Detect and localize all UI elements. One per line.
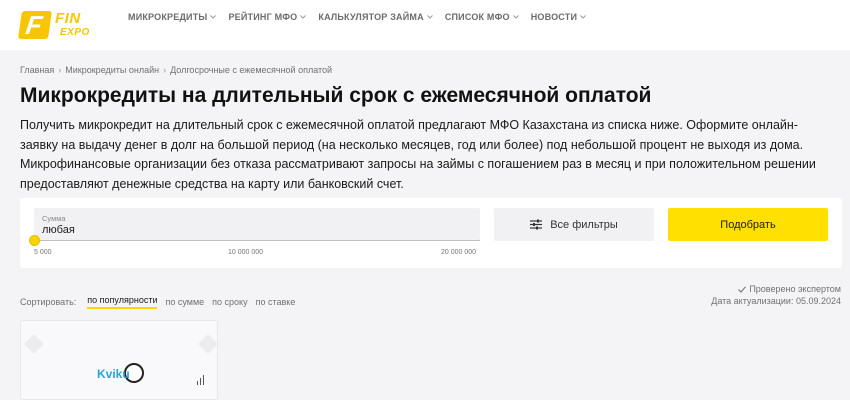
- expert-info: Проверено экспертом Дата актуализации: 0…: [711, 283, 841, 307]
- filter-panel: Сумма любая 5 000 10 000 000 20 000 000 …: [20, 198, 842, 268]
- sort-by-rate[interactable]: по ставке: [256, 297, 296, 307]
- chevron-down-icon: [300, 15, 307, 19]
- all-filters-button[interactable]: Все фильтры: [494, 208, 654, 241]
- sort-by-term[interactable]: по сроку: [212, 297, 247, 307]
- decor-diamond: [24, 334, 44, 354]
- expert-checked: Проверено экспертом: [749, 284, 841, 294]
- chevron-down-icon: [580, 15, 586, 19]
- decor-diamond: [198, 334, 217, 354]
- sum-slider-handle[interactable]: [29, 235, 40, 246]
- sort-label: Сортировать:: [20, 297, 77, 307]
- page-title: Микрокредиты на длительный срок с ежемес…: [20, 84, 652, 107]
- chevron-down-icon: [512, 15, 519, 19]
- breadcrumb-microcredits[interactable]: Микрокредиты онлайн: [65, 65, 159, 75]
- kviku-logo: Kviku: [97, 367, 130, 381]
- nav-item-mfo-list[interactable]: СПИСОК МФО: [445, 12, 519, 22]
- chevron-down-icon: [426, 15, 433, 19]
- sum-value: любая: [42, 224, 75, 236]
- logo-fin: FIN: [55, 10, 81, 27]
- rating-bars-icon: [197, 375, 204, 385]
- nav-item-calculator[interactable]: КАЛЬКУЛЯТОР ЗАЙМА: [318, 12, 433, 22]
- sort-by-popularity[interactable]: по популярности: [87, 295, 158, 309]
- nav-item-rating[interactable]: РЕЙТИНГ МФО: [228, 12, 307, 22]
- slider-tick-max: 20 000 000: [441, 249, 477, 256]
- sum-slider-track[interactable]: [34, 240, 480, 241]
- slider-tick-mid: 10 000 000: [228, 249, 264, 256]
- update-date: Дата актуализации: 05.09.2024: [711, 296, 841, 306]
- breadcrumb-current: Долгосрочные с ежемесячной оплатой: [170, 65, 333, 75]
- breadcrumb-home[interactable]: Главная: [20, 65, 54, 75]
- filters-icon: [530, 219, 543, 230]
- sum-field[interactable]: Сумма любая: [34, 208, 480, 241]
- sort-bar: Сортировать: по популярности по сумме по…: [20, 295, 295, 309]
- sort-by-sum[interactable]: по сумме: [165, 297, 204, 307]
- logo-expo: EXPO: [60, 27, 90, 38]
- nav-item-microcredits[interactable]: МИКРОКРЕДИТЫ: [128, 12, 217, 22]
- offer-card[interactable]: Kviku: [20, 320, 218, 400]
- pick-button[interactable]: Подобрать: [668, 208, 828, 241]
- breadcrumb-separator: ›: [163, 65, 167, 75]
- checkmark-icon: [738, 285, 747, 293]
- chevron-down-icon: [210, 15, 217, 19]
- breadcrumb-separator: ›: [58, 65, 62, 75]
- main-nav: МИКРОКРЕДИТЫ РЕЙТИНГ МФО КАЛЬКУЛЯТОР ЗАЙ…: [128, 12, 586, 22]
- finexpo-logo[interactable]: F FIN EXPO: [18, 9, 92, 43]
- sum-label: Сумма: [42, 214, 66, 223]
- slider-tick-min: 5 000: [34, 249, 52, 256]
- page-description: Получить микрокредит на длительный срок …: [20, 118, 816, 191]
- site-header: F FIN EXPO МИКРОКРЕДИТЫ РЕЙТИНГ МФО КАЛЬ…: [0, 0, 850, 50]
- logo-mark: F: [18, 10, 52, 40]
- breadcrumb: Главная › Микрокредиты онлайн › Долгосро…: [20, 65, 332, 75]
- nav-item-news[interactable]: НОВОСТИ: [531, 12, 586, 22]
